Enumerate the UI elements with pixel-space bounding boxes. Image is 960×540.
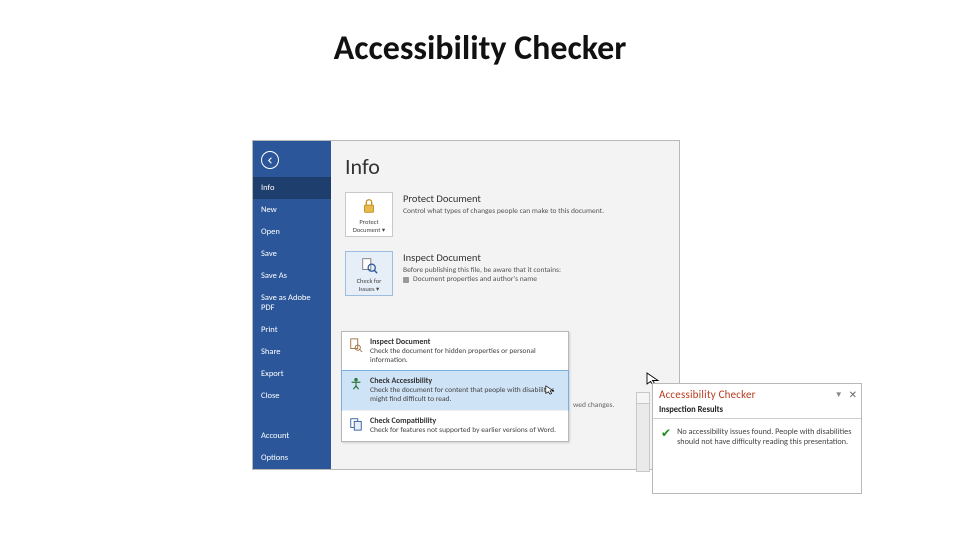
bullet-icon (403, 277, 409, 283)
inspect-icon (360, 256, 378, 274)
document-search-icon (349, 338, 363, 352)
sidebar-item-close[interactable]: Close (253, 385, 331, 407)
pane-title: Info (345, 153, 665, 180)
sidebar-item-new[interactable]: New (253, 199, 331, 221)
inspect-desc: Before publishing this file, be aware th… (403, 266, 665, 285)
inspect-document-section: Check for Issues ▾ Inspect Document Befo… (345, 251, 665, 296)
check-issues-dropdown: Inspect Document Check the document for … (341, 331, 569, 442)
inspect-heading: Inspect Document (403, 251, 665, 264)
sidebar-item-save-adobe-pdf[interactable]: Save as Adobe PDF (253, 287, 331, 319)
protect-desc: Control what types of changes people can… (403, 207, 665, 216)
dropdown-inspect-document[interactable]: Inspect Document Check the document for … (342, 332, 568, 371)
sidebar-item-open[interactable]: Open (253, 221, 331, 243)
sidebar-item-share[interactable]: Share (253, 341, 331, 363)
manage-document-fragment: wed changes. (573, 401, 614, 410)
dropdown-item-desc: Check the document for content that peop… (370, 386, 561, 404)
sidebar-item-save[interactable]: Save (253, 243, 331, 265)
dropdown-check-compatibility[interactable]: Check Compatibility Check for features n… (342, 410, 568, 441)
sidebar-item-info[interactable]: Info (253, 177, 331, 199)
checkmark-icon: ✔ (661, 427, 671, 448)
ac-pane-header: Accessibility Checker ▼ ✕ (653, 384, 861, 403)
dropdown-item-title: Check Compatibility (370, 416, 556, 426)
accessibility-icon (349, 377, 363, 391)
ac-result-text: No accessibility issues found. People wi… (677, 427, 853, 448)
slide-title: Accessibility Checker (0, 0, 960, 69)
sidebar-item-options[interactable]: Options (253, 447, 331, 469)
sidebar-item-export[interactable]: Export (253, 363, 331, 385)
protect-button-label: Protect Document ▾ (353, 218, 385, 234)
back-button[interactable] (261, 151, 279, 169)
dropdown-item-title: Check Accessibility (370, 376, 561, 386)
ac-pane-dropdown[interactable]: ▼ (835, 390, 843, 400)
dropdown-check-accessibility[interactable]: Check Accessibility Check the document f… (341, 370, 569, 411)
dropdown-item-desc: Check the document for hidden properties… (370, 347, 561, 365)
sidebar-item-print[interactable]: Print (253, 319, 331, 341)
lock-icon (360, 197, 378, 215)
protect-document-button[interactable]: Protect Document ▾ (345, 192, 393, 237)
check-issues-button-label: Check for Issues ▾ (357, 277, 382, 293)
cursor-icon (545, 385, 555, 395)
protect-document-section: Protect Document ▾ Protect Document Cont… (345, 192, 665, 237)
accessibility-checker-pane: Accessibility Checker ▼ ✕ Inspection Res… (652, 383, 862, 494)
sidebar-item-save-as[interactable]: Save As (253, 265, 331, 287)
adjacent-panel-sliver (636, 392, 650, 472)
ac-result-body: ✔ No accessibility issues found. People … (653, 419, 861, 456)
ac-pane-close-button[interactable]: ✕ (849, 388, 857, 401)
ac-subheading: Inspection Results (653, 403, 861, 419)
check-for-issues-button[interactable]: Check for Issues ▾ (345, 251, 393, 296)
protect-heading: Protect Document (403, 192, 665, 205)
sidebar-item-account[interactable]: Account (253, 425, 331, 447)
backstage-sidebar: Info New Open Save Save As Save as Adobe… (253, 141, 331, 469)
dropdown-item-desc: Check for features not supported by earl… (370, 426, 556, 435)
dropdown-item-title: Inspect Document (370, 337, 561, 347)
word-backstage-window: Info New Open Save Save As Save as Adobe… (252, 140, 680, 470)
arrow-left-icon (266, 156, 275, 165)
ac-pane-title: Accessibility Checker (659, 388, 835, 401)
compatibility-icon (349, 417, 363, 431)
